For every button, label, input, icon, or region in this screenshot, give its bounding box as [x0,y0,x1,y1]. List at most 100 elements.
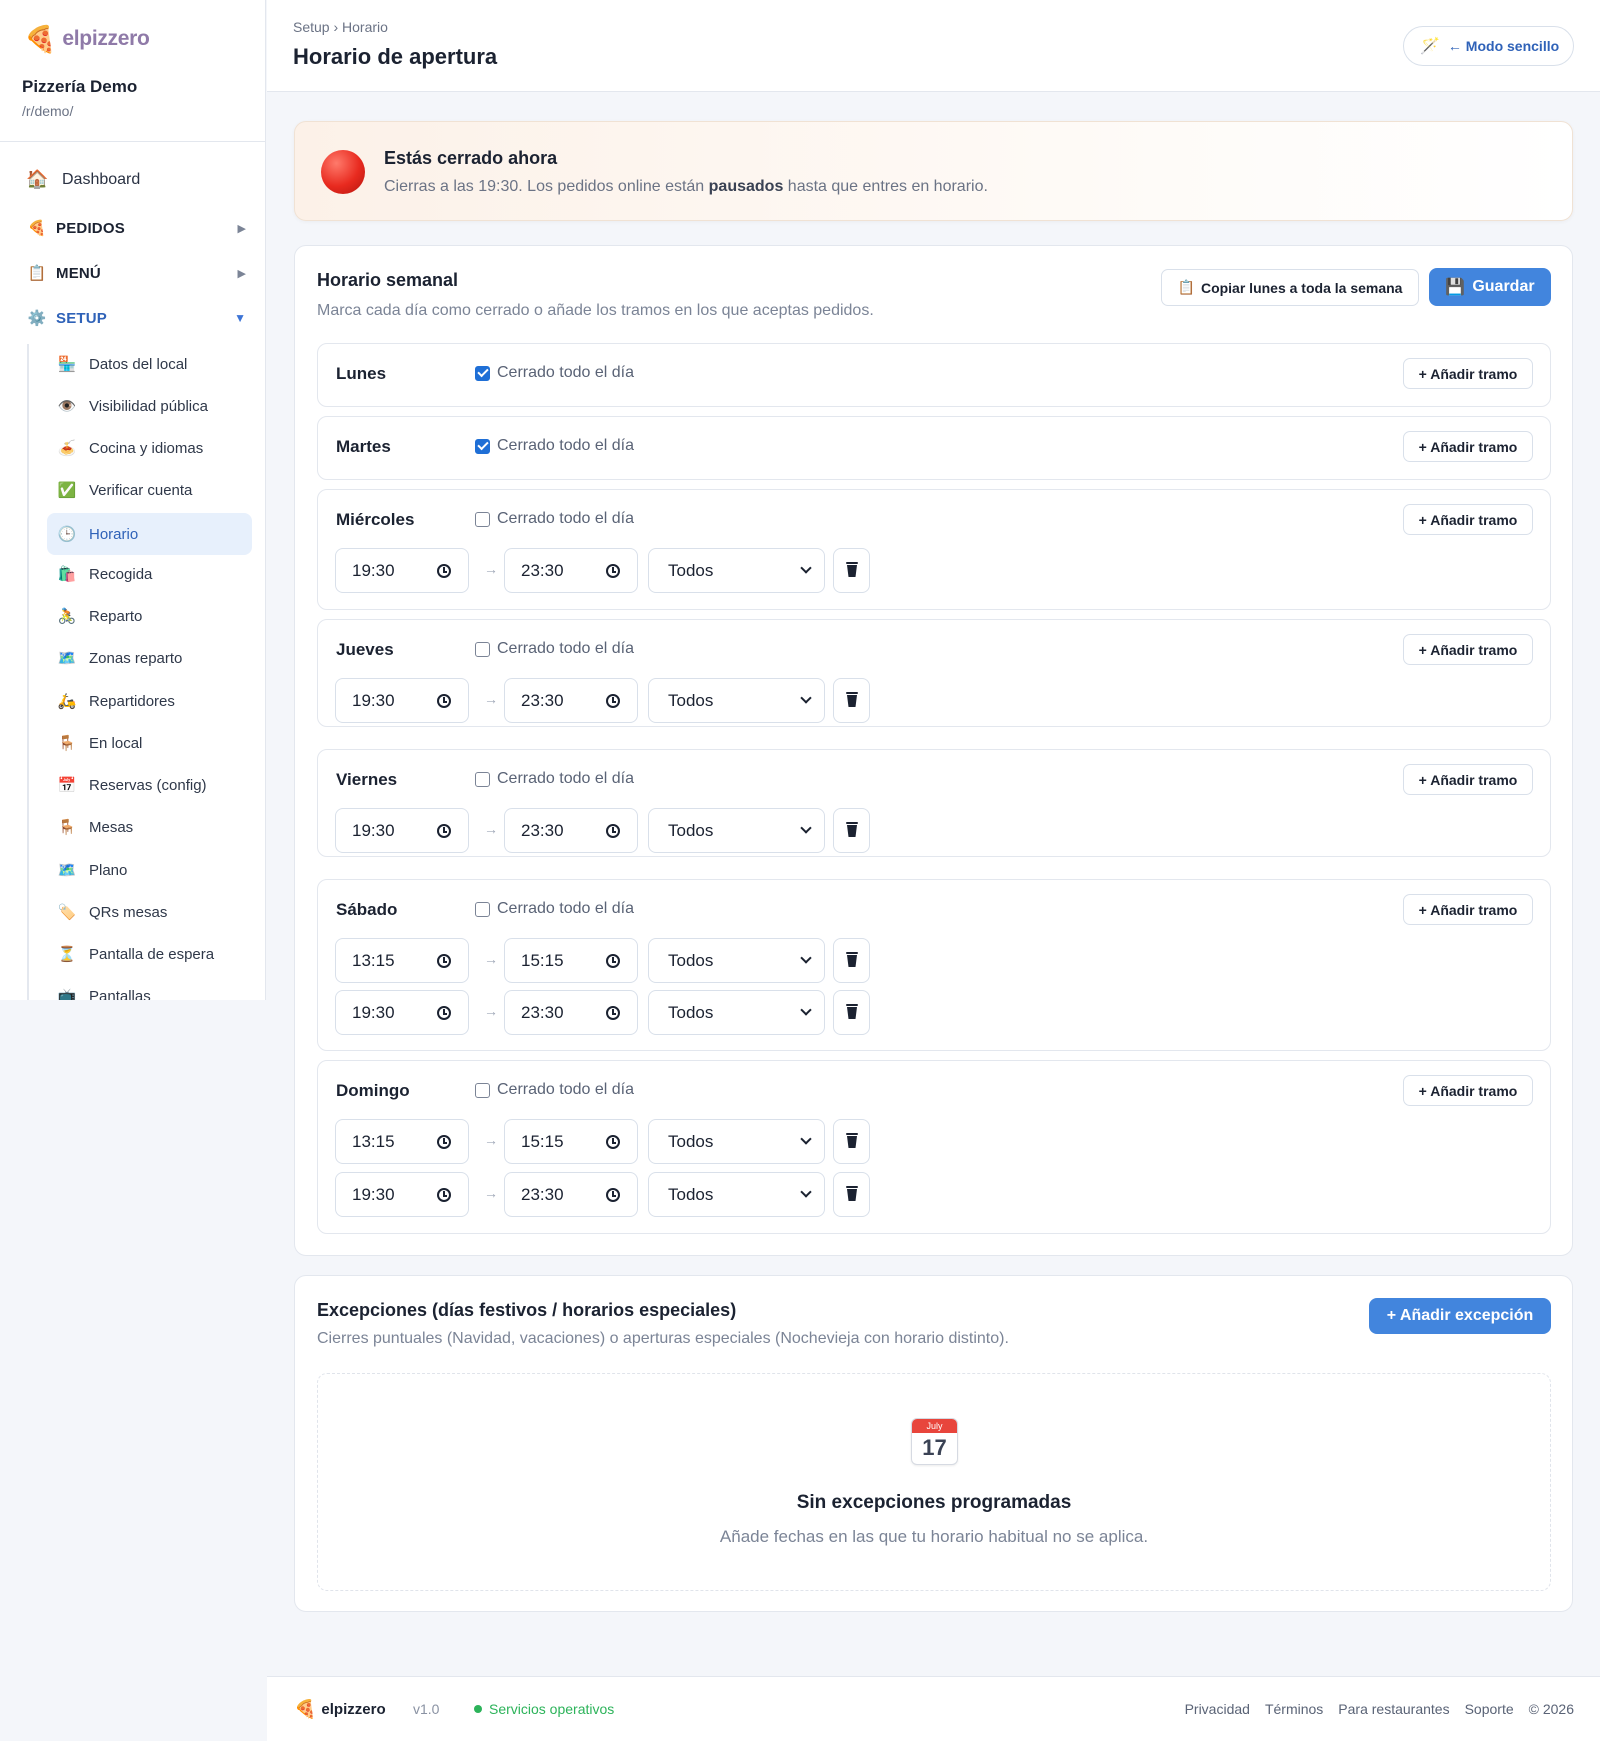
closed-checkbox[interactable] [475,1082,490,1098]
sidebar-item-reparto[interactable]: 🚴 Reparto [47,595,252,637]
end-time-value: 23:30 [521,560,564,580]
day-name: Miércoles [336,510,415,529]
add-slot-button[interactable]: + Añadir tramo [1403,764,1533,795]
copy-monday-button[interactable]: 📋 Copiar lunes a toda la semana [1161,269,1419,306]
start-time-input[interactable]: 13:15 [335,938,469,983]
closed-all-day-toggle[interactable]: Cerrado todo el día [475,900,634,918]
sidebar-item-datos-local[interactable]: 🏪 Datos del local [47,343,252,385]
service-select[interactable]: Todos [648,1119,825,1164]
start-time-input[interactable]: 19:30 [335,678,469,723]
service-select[interactable]: Todos [648,1172,825,1217]
closed-checkbox[interactable] [475,511,490,527]
map-icon: 🗺️ [57,650,77,667]
sidebar-item-zonas-reparto[interactable]: 🗺️ Zonas reparto [47,637,252,679]
sidebar-item-horario[interactable]: 🕒 Horario [47,513,252,555]
sidebar-group-menu[interactable]: 📋 MENÚ ▶ [26,264,246,283]
end-time-input[interactable]: 23:30 [504,1172,638,1217]
delete-slot-button[interactable] [833,938,870,983]
end-time-input[interactable]: 15:15 [504,1119,638,1164]
sidebar-item-qrs-mesas[interactable]: 🏷️ QRs mesas [47,891,252,933]
sidebar-item-cocina[interactable]: 🍝 Cocina y idiomas [47,427,252,469]
end-time-input[interactable]: 23:30 [504,678,638,723]
delete-slot-button[interactable] [833,548,870,593]
closed-checkbox[interactable] [475,771,490,787]
closed-all-day-toggle[interactable]: Cerrado todo el día [475,364,634,382]
footer-link-privacidad[interactable]: Privacidad [1185,1701,1250,1717]
delete-slot-button[interactable] [833,678,870,723]
sidebar-item-repartidores[interactable]: 🛵 Repartidores [47,680,252,722]
closed-checkbox[interactable] [475,901,490,917]
sidebar-group-pedidos[interactable]: 🍕 PEDIDOS ▶ [26,219,246,238]
start-time-input[interactable]: 19:30 [335,1172,469,1217]
day-row-martes: Martes Cerrado todo el día + Añadir tram… [317,416,1551,480]
weekly-subtitle: Marca cada día como cerrado o añade los … [317,302,874,319]
empty-state-text: Añade fechas en las que tu horario habit… [719,1527,1149,1546]
sidebar-item-pantallas[interactable]: 📺 Pantallas [47,975,252,1001]
delete-slot-button[interactable] [833,990,870,1035]
footer-link-soporte[interactable]: Soporte [1465,1701,1514,1717]
end-time-value: 15:15 [521,1131,564,1151]
empty-state-title: Sin excepciones programadas [796,1492,1072,1513]
simple-mode-button[interactable]: 🪄 ← Modo sencillo [1403,26,1574,66]
start-time-input[interactable]: 13:15 [335,1119,469,1164]
add-exception-button[interactable]: + Añadir excepción [1369,1298,1551,1334]
sidebar-item-plano[interactable]: 🗺️ Plano [47,849,252,891]
sidebar-item-en-local[interactable]: 🪑 En local [47,722,252,764]
service-select-value: Todos [668,560,714,580]
end-time-input[interactable]: 15:15 [504,938,638,983]
service-select[interactable]: Todos [648,808,825,853]
add-slot-button[interactable]: + Añadir tramo [1403,1075,1533,1106]
sidebar-item-dashboard[interactable]: 🏠 Dashboard [26,169,246,190]
service-select[interactable]: Todos [648,938,825,983]
service-select[interactable]: Todos [648,548,825,593]
closed-label: Cerrado todo el día [497,900,634,917]
closed-checkbox[interactable] [475,641,490,657]
sidebar-group-setup[interactable]: ⚙️ SETUP ▼ [26,309,246,328]
save-button[interactable]: 💾 Guardar [1429,268,1551,306]
add-slot-button[interactable]: + Añadir tramo [1403,504,1533,535]
footer-brand[interactable]: 🍕 elpizzero [294,1699,386,1720]
closed-all-day-toggle[interactable]: Cerrado todo el día [475,510,634,528]
closed-all-day-toggle[interactable]: Cerrado todo el día [475,640,634,658]
start-time-input[interactable]: 19:30 [335,548,469,593]
add-slot-button[interactable]: + Añadir tramo [1403,431,1533,462]
closed-label: Cerrado todo el día [497,364,634,381]
end-time-input[interactable]: 23:30 [504,990,638,1035]
service-select[interactable]: Todos [648,678,825,723]
sidebar-group-label: SETUP [56,309,108,327]
sidebar-item-reservas[interactable]: 📅 Reservas (config) [47,764,252,806]
trash-icon [846,952,858,954]
closed-checkbox[interactable] [475,365,490,381]
closed-checkbox[interactable] [475,438,490,454]
brand-logo[interactable]: 🍕 elpizzero [24,24,150,54]
service-select[interactable]: Todos [648,990,825,1035]
end-time-input[interactable]: 23:30 [504,548,638,593]
day-name: Domingo [336,1081,410,1100]
closed-all-day-toggle[interactable]: Cerrado todo el día [475,1081,634,1099]
sidebar-item-verificar[interactable]: ✅ Verificar cuenta [47,469,252,511]
sidebar-item-mesas[interactable]: 🪑 Mesas [47,806,252,848]
sidebar-item-recogida[interactable]: 🛍️ Recogida [47,553,252,595]
status-text-start: Cierras a las 19:30. Los pedidos online … [384,178,705,195]
end-time-input[interactable]: 23:30 [504,808,638,853]
sidebar-item-visibilidad[interactable]: 👁️ Visibilidad pública [47,385,252,427]
footer-link-restaurantes[interactable]: Para restaurantes [1338,1701,1449,1717]
restaurant-path: /r/demo/ [22,103,74,119]
calendar-icon: July 17 [911,1418,958,1465]
delete-slot-button[interactable] [833,1119,870,1164]
closed-all-day-toggle[interactable]: Cerrado todo el día [475,437,634,455]
delete-slot-button[interactable] [833,1172,870,1217]
footer-link-terminos[interactable]: Términos [1265,1701,1323,1717]
brand-name: elpizzero [62,27,150,50]
closed-all-day-toggle[interactable]: Cerrado todo el día [475,770,634,788]
start-time-input[interactable]: 19:30 [335,808,469,853]
tag-icon: 🏷️ [57,904,77,921]
start-time-input[interactable]: 19:30 [335,990,469,1035]
sidebar-item-pantalla-espera[interactable]: ⏳ Pantalla de espera [47,933,252,975]
add-slot-button[interactable]: + Añadir tramo [1403,634,1533,665]
add-slot-button[interactable]: + Añadir tramo [1403,358,1533,389]
add-slot-button[interactable]: + Añadir tramo [1403,894,1533,925]
start-time-value: 13:15 [352,1131,395,1151]
delete-slot-button[interactable] [833,808,870,853]
clock-icon [437,1006,451,1020]
